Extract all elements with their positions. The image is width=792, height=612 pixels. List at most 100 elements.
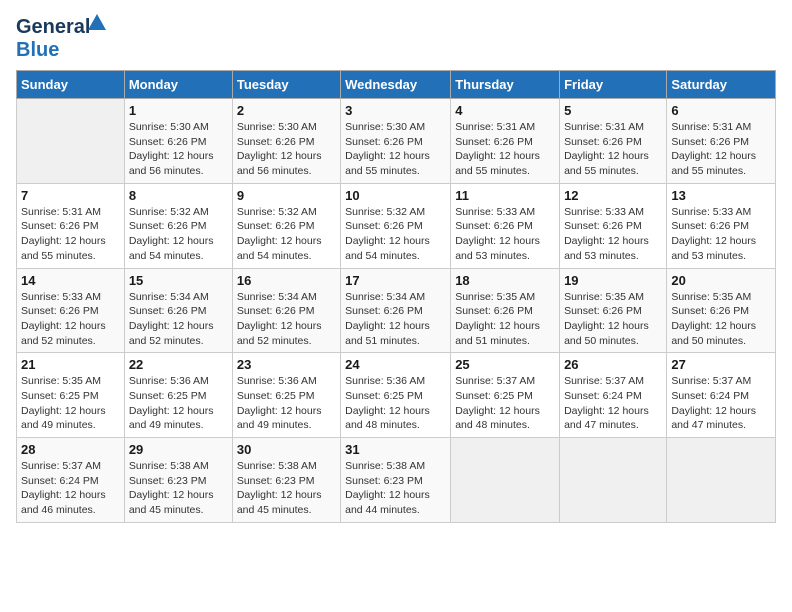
calendar-table: SundayMondayTuesdayWednesdayThursdayFrid… [16, 70, 776, 523]
day-info: Sunrise: 5:32 AM Sunset: 6:26 PM Dayligh… [345, 205, 446, 264]
day-number: 3 [345, 103, 446, 118]
calendar-cell: 24 Sunrise: 5:36 AM Sunset: 6:25 PM Dayli… [341, 353, 451, 438]
day-number: 30 [237, 442, 336, 457]
calendar-week-4: 21 Sunrise: 5:35 AM Sunset: 6:25 PM Dayli… [17, 353, 776, 438]
calendar-cell: 14 Sunrise: 5:33 AM Sunset: 6:26 PM Dayli… [17, 268, 125, 353]
day-number: 2 [237, 103, 336, 118]
header: General Blue [16, 16, 776, 62]
calendar-cell: 29 Sunrise: 5:38 AM Sunset: 6:23 PM Dayli… [124, 438, 232, 523]
day-number: 4 [455, 103, 555, 118]
calendar-cell: 25 Sunrise: 5:37 AM Sunset: 6:25 PM Dayli… [451, 353, 560, 438]
calendar-cell [667, 438, 776, 523]
calendar-week-5: 28 Sunrise: 5:37 AM Sunset: 6:24 PM Dayli… [17, 438, 776, 523]
day-number: 22 [129, 357, 228, 372]
logo-general-text: General [16, 16, 90, 38]
calendar-cell: 10 Sunrise: 5:32 AM Sunset: 6:26 PM Dayli… [341, 183, 451, 268]
day-info: Sunrise: 5:37 AM Sunset: 6:25 PM Dayligh… [455, 374, 555, 433]
day-info: Sunrise: 5:34 AM Sunset: 6:26 PM Dayligh… [237, 290, 336, 349]
day-number: 15 [129, 273, 228, 288]
day-info: Sunrise: 5:34 AM Sunset: 6:26 PM Dayligh… [129, 290, 228, 349]
calendar-cell: 17 Sunrise: 5:34 AM Sunset: 6:26 PM Dayli… [341, 268, 451, 353]
weekday-header-saturday: Saturday [667, 71, 776, 99]
calendar-cell: 18Sunrise: 5:35 AM Sunset: 6:26 PM Dayli… [451, 268, 560, 353]
day-number: 8 [129, 188, 228, 203]
calendar-cell: 28 Sunrise: 5:37 AM Sunset: 6:24 PM Dayli… [17, 438, 125, 523]
calendar-cell: 5 Sunrise: 5:31 AM Sunset: 6:26 PM Daylig… [560, 99, 667, 184]
day-info: Sunrise: 5:31 AM Sunset: 6:26 PM Dayligh… [564, 120, 662, 179]
calendar-cell: 16 Sunrise: 5:34 AM Sunset: 6:26 PM Dayli… [232, 268, 340, 353]
calendar-cell: 8 Sunrise: 5:32 AM Sunset: 6:26 PM Daylig… [124, 183, 232, 268]
day-info: Sunrise: 5:35 AM Sunset: 6:26 PM Dayligh… [455, 290, 555, 349]
day-number: 5 [564, 103, 662, 118]
day-info: Sunrise: 5:31 AM Sunset: 6:26 PM Dayligh… [21, 205, 120, 264]
logo: General Blue [16, 16, 90, 62]
calendar-cell: 13 Sunrise: 5:33 AM Sunset: 6:26 PM Dayli… [667, 183, 776, 268]
day-number: 19 [564, 273, 662, 288]
day-info: Sunrise: 5:37 AM Sunset: 6:24 PM Dayligh… [564, 374, 662, 433]
day-info: Sunrise: 5:35 AM Sunset: 6:26 PM Dayligh… [671, 290, 771, 349]
day-info: Sunrise: 5:36 AM Sunset: 6:25 PM Dayligh… [345, 374, 446, 433]
calendar-cell: 19 Sunrise: 5:35 AM Sunset: 6:26 PM Dayli… [560, 268, 667, 353]
calendar-cell: 7 Sunrise: 5:31 AM Sunset: 6:26 PM Daylig… [17, 183, 125, 268]
day-number: 14 [21, 273, 120, 288]
day-info: Sunrise: 5:30 AM Sunset: 6:26 PM Dayligh… [345, 120, 446, 179]
calendar-cell: 4Sunrise: 5:31 AM Sunset: 6:26 PM Daylig… [451, 99, 560, 184]
day-number: 25 [455, 357, 555, 372]
calendar-week-3: 14 Sunrise: 5:33 AM Sunset: 6:26 PM Dayli… [17, 268, 776, 353]
day-info: Sunrise: 5:37 AM Sunset: 6:24 PM Dayligh… [21, 459, 120, 518]
day-info: Sunrise: 5:30 AM Sunset: 6:26 PM Dayligh… [237, 120, 336, 179]
day-info: Sunrise: 5:36 AM Sunset: 6:25 PM Dayligh… [237, 374, 336, 433]
weekday-header-thursday: Thursday [451, 71, 560, 99]
day-info: Sunrise: 5:30 AM Sunset: 6:26 PM Dayligh… [129, 120, 228, 179]
calendar-cell: 15 Sunrise: 5:34 AM Sunset: 6:26 PM Dayli… [124, 268, 232, 353]
calendar-cell [17, 99, 125, 184]
calendar-week-2: 7 Sunrise: 5:31 AM Sunset: 6:26 PM Daylig… [17, 183, 776, 268]
day-number: 13 [671, 188, 771, 203]
calendar-cell: 2 Sunrise: 5:30 AM Sunset: 6:26 PM Daylig… [232, 99, 340, 184]
day-number: 11 [455, 188, 555, 203]
weekday-header-wednesday: Wednesday [341, 71, 451, 99]
calendar-cell: 1 Sunrise: 5:30 AM Sunset: 6:26 PM Daylig… [124, 99, 232, 184]
day-info: Sunrise: 5:35 AM Sunset: 6:26 PM Dayligh… [564, 290, 662, 349]
day-number: 16 [237, 273, 336, 288]
day-info: Sunrise: 5:33 AM Sunset: 6:26 PM Dayligh… [455, 205, 555, 264]
calendar-cell: 22 Sunrise: 5:36 AM Sunset: 6:25 PM Dayli… [124, 353, 232, 438]
day-info: Sunrise: 5:31 AM Sunset: 6:26 PM Dayligh… [671, 120, 771, 179]
calendar-cell: 30Sunrise: 5:38 AM Sunset: 6:23 PM Dayli… [232, 438, 340, 523]
logo-blue-text: Blue [16, 39, 59, 61]
calendar-cell [451, 438, 560, 523]
day-info: Sunrise: 5:33 AM Sunset: 6:26 PM Dayligh… [564, 205, 662, 264]
calendar-cell: 6 Sunrise: 5:31 AM Sunset: 6:26 PM Daylig… [667, 99, 776, 184]
day-number: 29 [129, 442, 228, 457]
day-number: 17 [345, 273, 446, 288]
day-number: 9 [237, 188, 336, 203]
day-info: Sunrise: 5:33 AM Sunset: 6:26 PM Dayligh… [21, 290, 120, 349]
day-number: 26 [564, 357, 662, 372]
calendar-cell: 12Sunrise: 5:33 AM Sunset: 6:26 PM Dayli… [560, 183, 667, 268]
weekday-header-row: SundayMondayTuesdayWednesdayThursdayFrid… [17, 71, 776, 99]
day-info: Sunrise: 5:33 AM Sunset: 6:26 PM Dayligh… [671, 205, 771, 264]
day-number: 21 [21, 357, 120, 372]
day-number: 28 [21, 442, 120, 457]
day-number: 7 [21, 188, 120, 203]
day-info: Sunrise: 5:38 AM Sunset: 6:23 PM Dayligh… [345, 459, 446, 518]
calendar-cell: 27 Sunrise: 5:37 AM Sunset: 6:24 PM Dayli… [667, 353, 776, 438]
day-info: Sunrise: 5:32 AM Sunset: 6:26 PM Dayligh… [129, 205, 228, 264]
calendar-cell: 11 Sunrise: 5:33 AM Sunset: 6:26 PM Dayli… [451, 183, 560, 268]
day-number: 10 [345, 188, 446, 203]
day-number: 23 [237, 357, 336, 372]
day-number: 27 [671, 357, 771, 372]
day-info: Sunrise: 5:34 AM Sunset: 6:26 PM Dayligh… [345, 290, 446, 349]
day-info: Sunrise: 5:37 AM Sunset: 6:24 PM Dayligh… [671, 374, 771, 433]
calendar-cell: 23 Sunrise: 5:36 AM Sunset: 6:25 PM Dayli… [232, 353, 340, 438]
day-number: 1 [129, 103, 228, 118]
calendar-week-1: 1 Sunrise: 5:30 AM Sunset: 6:26 PM Daylig… [17, 99, 776, 184]
day-number: 6 [671, 103, 771, 118]
weekday-header-tuesday: Tuesday [232, 71, 340, 99]
calendar-cell: 3 Sunrise: 5:30 AM Sunset: 6:26 PM Daylig… [341, 99, 451, 184]
day-info: Sunrise: 5:38 AM Sunset: 6:23 PM Dayligh… [129, 459, 228, 518]
calendar-cell: 9Sunrise: 5:32 AM Sunset: 6:26 PM Daylig… [232, 183, 340, 268]
day-info: Sunrise: 5:35 AM Sunset: 6:25 PM Dayligh… [21, 374, 120, 433]
day-number: 24 [345, 357, 446, 372]
day-info: Sunrise: 5:36 AM Sunset: 6:25 PM Dayligh… [129, 374, 228, 433]
